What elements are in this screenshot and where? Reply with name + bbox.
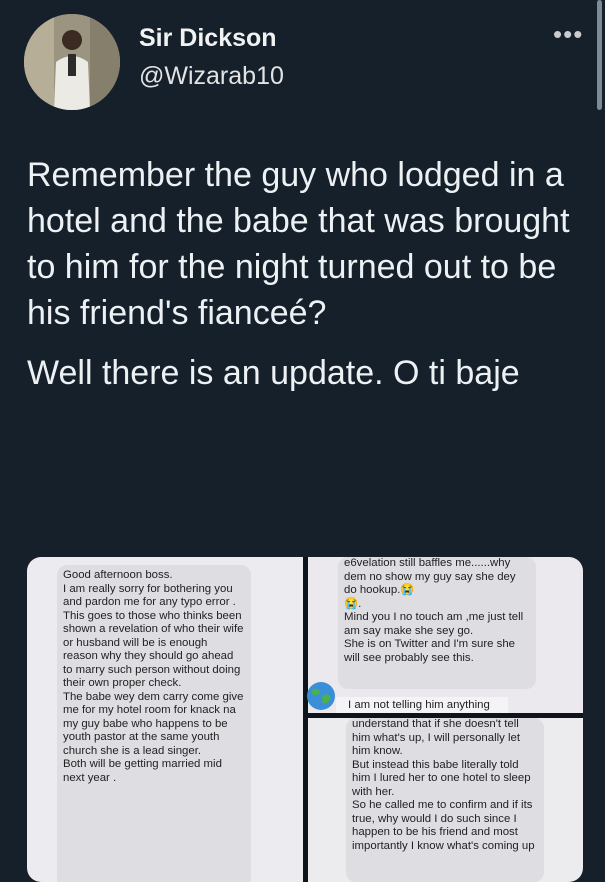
user-handle[interactable]: @Wizarab10 bbox=[139, 62, 284, 91]
message-bubble: e6velation still baffles me......why dem… bbox=[338, 557, 536, 689]
more-options-icon[interactable]: ••• bbox=[553, 21, 583, 47]
tweet-media[interactable]: Good afternoon boss. I am really sorry f… bbox=[27, 557, 583, 882]
message-bubble: understand that if she doesn't tell him … bbox=[346, 718, 544, 882]
message-bubble-preview: I am not telling him anything bbox=[336, 697, 508, 713]
screenshot-left[interactable]: Good afternoon boss. I am really sorry f… bbox=[27, 557, 303, 882]
screenshot-bottom-right[interactable]: understand that if she doesn't tell him … bbox=[308, 718, 583, 882]
avatar[interactable] bbox=[24, 14, 120, 110]
tweet-paragraph-1: Remember the guy who lodged in a hotel a… bbox=[27, 156, 570, 332]
scrollbar[interactable] bbox=[597, 0, 602, 110]
avatar-photo bbox=[24, 14, 120, 110]
tweet-paragraph-2: Well there is an update. O ti baje bbox=[27, 354, 520, 392]
display-name[interactable]: Sir Dickson bbox=[139, 24, 277, 53]
tweet-text: Remember the guy who lodged in a hotel a… bbox=[27, 152, 592, 396]
message-bubble: Good afternoon boss. I am really sorry f… bbox=[57, 565, 251, 882]
tweet-header: Sir Dickson @Wizarab10 ••• bbox=[0, 0, 605, 130]
screenshot-top-right[interactable]: e6velation still baffles me......why dem… bbox=[307, 557, 583, 713]
globe-emoji-icon bbox=[307, 682, 335, 710]
